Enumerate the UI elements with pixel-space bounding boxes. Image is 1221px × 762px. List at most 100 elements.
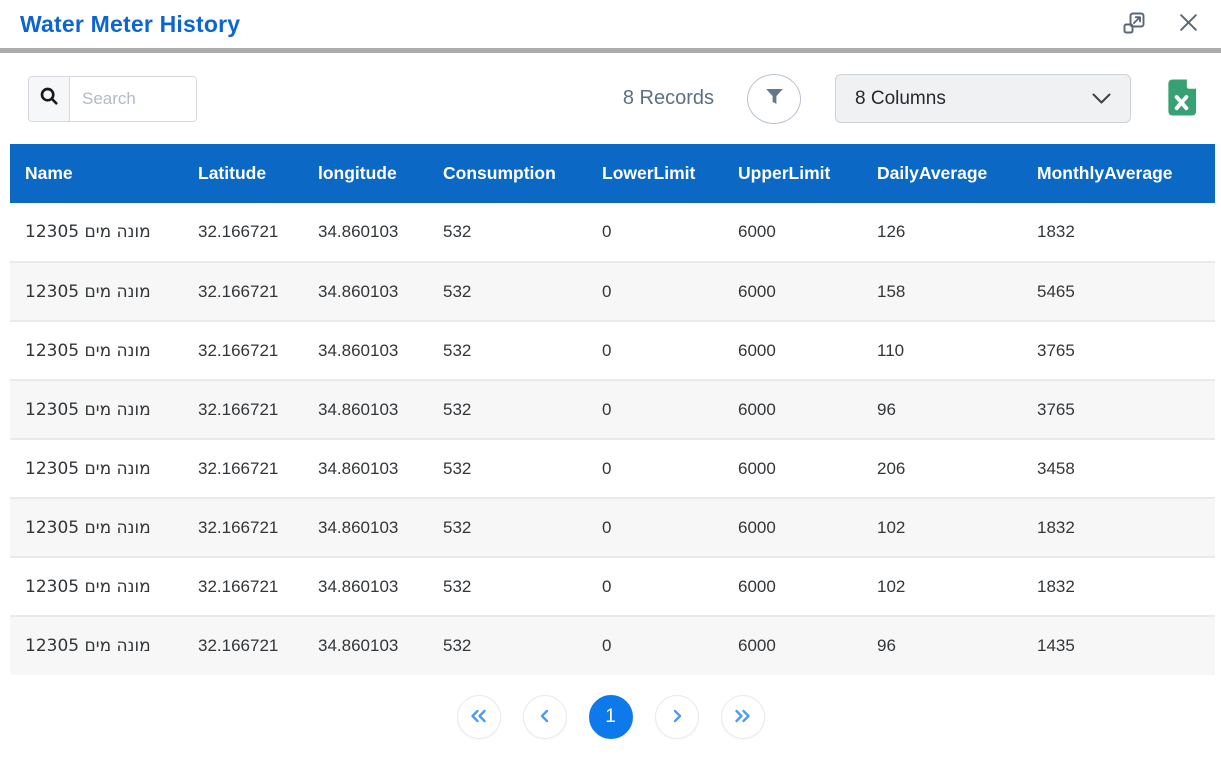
table-row[interactable]: מונה מים 1230532.16672134.86010353206000… — [10, 616, 1215, 675]
cell-name: מונה מים 12305 — [10, 321, 183, 380]
expand-icon — [1122, 11, 1146, 38]
cell-name: מונה מים 12305 — [10, 380, 183, 439]
titlebar-actions — [1122, 11, 1199, 38]
cell-dailyaverage: 110 — [862, 321, 1022, 380]
cell-consumption: 532 — [428, 557, 587, 616]
column-header-monthlyaverage[interactable]: MonthlyAverage — [1022, 144, 1215, 203]
cell-upperlimit: 6000 — [723, 262, 862, 321]
column-header-lowerlimit[interactable]: LowerLimit — [587, 144, 723, 203]
table-body: מונה מים 1230532.16672134.86010353206000… — [10, 203, 1215, 675]
cell-lowerlimit: 0 — [587, 203, 723, 262]
cell-monthlyaverage: 1832 — [1022, 498, 1215, 557]
cell-upperlimit: 6000 — [723, 557, 862, 616]
search-icon — [39, 86, 59, 111]
table-row[interactable]: מונה מים 1230532.16672134.86010353206000… — [10, 439, 1215, 498]
cell-upperlimit: 6000 — [723, 321, 862, 380]
table-row[interactable]: מונה מים 1230532.16672134.86010353206000… — [10, 498, 1215, 557]
pagination: 1 — [0, 695, 1221, 739]
cell-longitude: 34.860103 — [303, 439, 428, 498]
cell-longitude: 34.860103 — [303, 616, 428, 675]
column-header-latitude[interactable]: Latitude — [183, 144, 303, 203]
expand-button[interactable] — [1122, 11, 1146, 38]
cell-latitude: 32.166721 — [183, 557, 303, 616]
page-title: Water Meter History — [20, 11, 240, 38]
previous-page-button[interactable] — [523, 695, 567, 739]
columns-dropdown-value: 8 Columns — [855, 88, 946, 110]
cell-dailyaverage: 158 — [862, 262, 1022, 321]
water-meter-history-dialog: Water Meter History — [0, 0, 1221, 762]
table-container: NameLatitudelongitudeConsumptionLowerLim… — [10, 144, 1215, 675]
cell-upperlimit: 6000 — [723, 380, 862, 439]
records-count: 8 Records — [623, 87, 714, 110]
cell-monthlyaverage: 1832 — [1022, 557, 1215, 616]
cell-monthlyaverage: 3765 — [1022, 321, 1215, 380]
column-header-dailyaverage[interactable]: DailyAverage — [862, 144, 1022, 203]
cell-name: מונה מים 12305 — [10, 498, 183, 557]
cell-name: מונה מים 12305 — [10, 616, 183, 675]
cell-upperlimit: 6000 — [723, 439, 862, 498]
column-header-consumption[interactable]: Consumption — [428, 144, 587, 203]
cell-name: מונה מים 12305 — [10, 262, 183, 321]
toolbar-right: 8 Records 8 Columns — [623, 74, 1199, 124]
table-row[interactable]: מונה מים 1230532.16672134.86010353206000… — [10, 557, 1215, 616]
column-header-longitude[interactable]: longitude — [303, 144, 428, 203]
cell-consumption: 532 — [428, 262, 587, 321]
search-group — [28, 76, 197, 122]
search-input[interactable] — [70, 77, 196, 121]
cell-dailyaverage: 96 — [862, 616, 1022, 675]
cell-name: מונה מים 12305 — [10, 203, 183, 262]
cell-consumption: 532 — [428, 616, 587, 675]
cell-latitude: 32.166721 — [183, 262, 303, 321]
table-row[interactable]: מונה מים 1230532.16672134.86010353206000… — [10, 321, 1215, 380]
cell-longitude: 34.860103 — [303, 203, 428, 262]
cell-longitude: 34.860103 — [303, 321, 428, 380]
columns-dropdown[interactable]: 8 Columns — [835, 74, 1131, 123]
page-1-button[interactable]: 1 — [589, 695, 633, 739]
cell-dailyaverage: 206 — [862, 439, 1022, 498]
cell-name: מונה מים 12305 — [10, 557, 183, 616]
search-addon — [29, 77, 70, 121]
cell-upperlimit: 6000 — [723, 616, 862, 675]
cell-latitude: 32.166721 — [183, 321, 303, 380]
table-header-row: NameLatitudelongitudeConsumptionLowerLim… — [10, 144, 1215, 203]
cell-latitude: 32.166721 — [183, 498, 303, 557]
cell-monthlyaverage: 3458 — [1022, 439, 1215, 498]
water-meter-table: NameLatitudelongitudeConsumptionLowerLim… — [10, 144, 1215, 675]
table-row[interactable]: מונה מים 1230532.16672134.86010353206000… — [10, 262, 1215, 321]
cell-lowerlimit: 0 — [587, 616, 723, 675]
cell-consumption: 532 — [428, 498, 587, 557]
chevron-left-icon — [536, 707, 554, 728]
cell-dailyaverage: 96 — [862, 380, 1022, 439]
chevron-right-icon — [668, 707, 686, 728]
cell-lowerlimit: 0 — [587, 498, 723, 557]
cell-consumption: 532 — [428, 321, 587, 380]
excel-icon — [1164, 78, 1199, 120]
double-chevron-left-icon — [468, 707, 489, 728]
next-page-button[interactable] — [655, 695, 699, 739]
table-row[interactable]: מונה מים 1230532.16672134.86010353206000… — [10, 203, 1215, 262]
cell-latitude: 32.166721 — [183, 203, 303, 262]
cell-name: מונה מים 12305 — [10, 439, 183, 498]
cell-longitude: 34.860103 — [303, 380, 428, 439]
cell-dailyaverage: 102 — [862, 557, 1022, 616]
first-page-button[interactable] — [457, 695, 501, 739]
cell-monthlyaverage: 3765 — [1022, 380, 1215, 439]
export-excel-button[interactable] — [1164, 78, 1199, 120]
column-header-name[interactable]: Name — [10, 144, 183, 203]
cell-latitude: 32.166721 — [183, 380, 303, 439]
cell-lowerlimit: 0 — [587, 321, 723, 380]
titlebar: Water Meter History — [0, 0, 1221, 48]
cell-consumption: 532 — [428, 380, 587, 439]
double-chevron-right-icon — [732, 707, 753, 728]
toolbar: 8 Records 8 Columns — [0, 53, 1221, 144]
cell-lowerlimit: 0 — [587, 439, 723, 498]
table-row[interactable]: מונה מים 1230532.16672134.86010353206000… — [10, 380, 1215, 439]
cell-upperlimit: 6000 — [723, 498, 862, 557]
cell-consumption: 532 — [428, 203, 587, 262]
cell-longitude: 34.860103 — [303, 557, 428, 616]
close-button[interactable] — [1178, 12, 1199, 36]
column-header-upperlimit[interactable]: UpperLimit — [723, 144, 862, 203]
filter-button[interactable] — [747, 74, 801, 124]
last-page-button[interactable] — [721, 695, 765, 739]
cell-lowerlimit: 0 — [587, 262, 723, 321]
